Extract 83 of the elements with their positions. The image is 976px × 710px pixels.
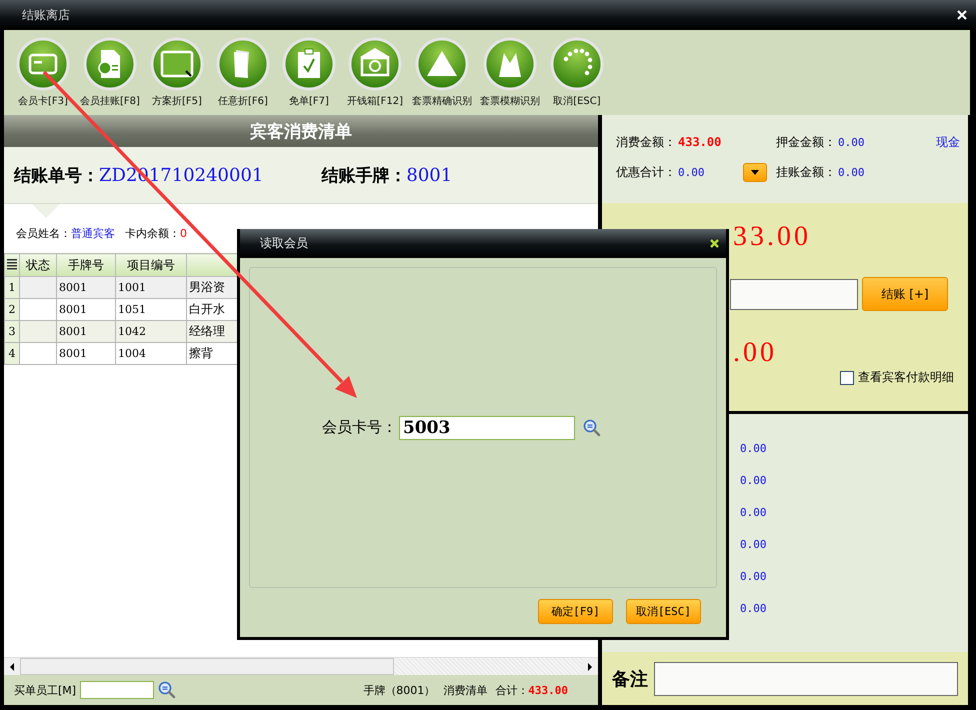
window-title: 结账离店 bbox=[22, 6, 70, 24]
discount-label: 优惠合计： bbox=[616, 164, 676, 180]
dotted-arc-icon bbox=[550, 37, 604, 91]
card-balance-label: 卡内余额： bbox=[125, 227, 180, 240]
summary-list: 消费清单 bbox=[443, 682, 488, 698]
checkout-button[interactable]: 结账 [+] bbox=[862, 277, 948, 311]
close-icon bbox=[956, 9, 968, 21]
staff-label: 买单员工[M] bbox=[14, 682, 76, 698]
summary-tag: 手牌（8001） bbox=[363, 682, 436, 698]
toolbar-button[interactable]: 开钱箱[F12] bbox=[344, 37, 406, 115]
amount-value: 0.00 bbox=[740, 570, 768, 583]
total-label: 合计： bbox=[495, 684, 528, 696]
status-cell bbox=[20, 320, 56, 342]
spend-label: 消费金额： bbox=[616, 134, 676, 150]
toolbar-button[interactable]: 会员卡[F3] bbox=[12, 37, 74, 115]
amount-value: 0.00 bbox=[740, 474, 768, 487]
toolbar-button[interactable]: 套票精确识别 bbox=[410, 37, 474, 115]
status-cell bbox=[20, 276, 56, 298]
left-arrow-icon bbox=[8, 662, 16, 672]
table-cell: 1042 bbox=[116, 320, 186, 342]
cards-icon bbox=[216, 37, 270, 91]
search-icon bbox=[158, 681, 176, 699]
dropdown-button[interactable] bbox=[742, 162, 766, 182]
close-icon bbox=[709, 238, 720, 249]
right-arrow-icon bbox=[586, 662, 594, 672]
list-icon bbox=[6, 256, 18, 270]
mountain-icon bbox=[482, 37, 537, 91]
amount-value: 0.00 bbox=[740, 506, 768, 519]
window-icon bbox=[150, 37, 204, 91]
toolbar-button[interactable]: 套票模糊识别 bbox=[478, 37, 542, 115]
panel-header: 宾客消费清单 bbox=[4, 115, 598, 147]
total-amount: 433.00 bbox=[528, 684, 568, 696]
card-number-label: 会员卡号： bbox=[322, 418, 397, 437]
row-number: 3 bbox=[4, 320, 20, 342]
amount-value: 0.00 bbox=[740, 538, 768, 551]
toolbar-button[interactable]: 任意折[F6] bbox=[212, 37, 274, 115]
cash-link[interactable]: 现金 bbox=[936, 134, 960, 150]
clipboard-check-icon bbox=[282, 37, 336, 91]
table-cell: 8001 bbox=[56, 320, 116, 342]
row-number: 4 bbox=[4, 342, 20, 364]
table-cell: 1001 bbox=[116, 276, 186, 298]
amount-value: 0.00 bbox=[740, 602, 768, 615]
credit-label: 挂账金额： bbox=[776, 164, 836, 180]
discount-amount: 0.00 bbox=[678, 166, 704, 178]
checkbox-label: 查看宾客付款明细 bbox=[858, 369, 954, 386]
change-amount: .00 bbox=[733, 337, 777, 369]
column-header[interactable]: 状态 bbox=[20, 254, 56, 276]
deposit-label: 押金金额： bbox=[776, 134, 836, 150]
toolbar-button[interactable]: 免单[F7] bbox=[278, 37, 340, 115]
table-cell: 8001 bbox=[56, 276, 116, 298]
search-icon bbox=[583, 418, 601, 436]
column-header[interactable]: 手牌号 bbox=[56, 254, 116, 276]
deposit-amount: 0.00 bbox=[838, 136, 864, 148]
toolbar-button[interactable]: 取消[ESC] bbox=[546, 37, 608, 115]
staff-input[interactable] bbox=[80, 681, 154, 699]
amount-due: 33.00 bbox=[733, 221, 811, 253]
hand-tag-number: 8001 bbox=[406, 164, 452, 186]
remark-input[interactable] bbox=[654, 662, 958, 696]
payment-input[interactable] bbox=[730, 278, 858, 310]
scrollbar-thumb[interactable] bbox=[20, 658, 394, 675]
row-number: 1 bbox=[4, 276, 20, 298]
card-icon bbox=[16, 37, 70, 91]
checkbox[interactable] bbox=[840, 370, 854, 384]
document-icon bbox=[82, 37, 137, 91]
dialog-button[interactable]: 确定[F9] bbox=[538, 599, 613, 624]
remark-label: 备注 bbox=[612, 668, 648, 690]
member-name: 普通宾客 bbox=[71, 227, 115, 240]
hand-tag-label: 结账手牌： bbox=[321, 164, 406, 186]
card-balance: 0 bbox=[180, 227, 187, 240]
toolbar-button[interactable]: 会员挂账[F8] bbox=[78, 37, 142, 115]
credit-amount: 0.00 bbox=[838, 166, 864, 178]
dialog-title: 读取会员 bbox=[260, 235, 308, 252]
amount-value: 0.00 bbox=[740, 442, 768, 455]
dialog-button[interactable]: 取消[ESC] bbox=[626, 599, 701, 624]
column-header[interactable]: 项目编号 bbox=[116, 254, 186, 276]
member-name-label: 会员姓名： bbox=[16, 227, 71, 240]
card-number-input[interactable]: 5003 bbox=[399, 416, 575, 440]
spend-amount: 433.00 bbox=[678, 135, 722, 149]
order-number-label: 结账单号： bbox=[14, 164, 99, 186]
toolbar-button[interactable]: 方案折[F5] bbox=[146, 37, 208, 115]
caret-icon bbox=[750, 168, 760, 176]
bank-icon bbox=[348, 37, 402, 91]
row-number: 2 bbox=[4, 298, 20, 320]
